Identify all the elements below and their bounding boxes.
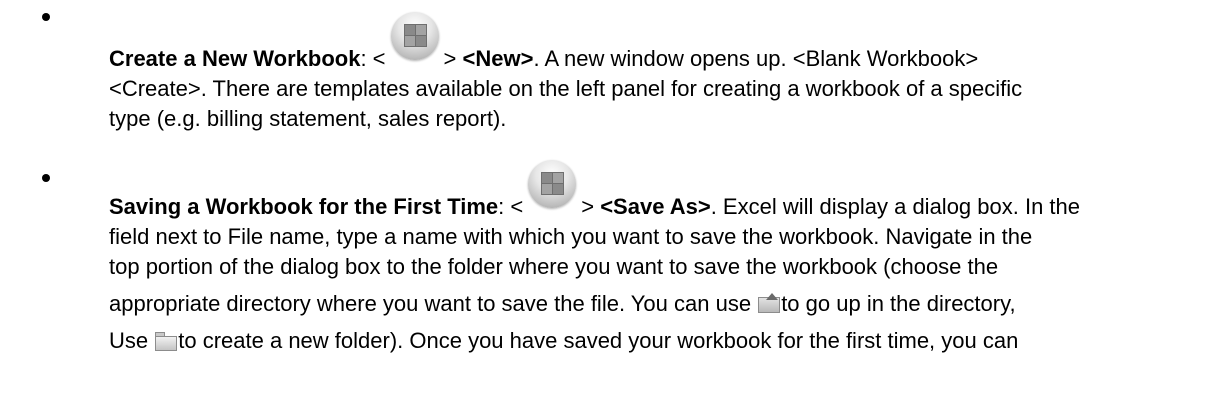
- item-title: Saving a Workbook for the First Time: [109, 194, 499, 219]
- office-button-icon: [387, 12, 443, 74]
- text-line: appropriate directory where you want to …: [109, 289, 1159, 319]
- text-line: Use to create a new folder). Once you ha…: [109, 326, 1159, 356]
- bullet-list: Create a New Workbook: < > <New>. A new w…: [0, 0, 1206, 356]
- text-line: Saving a Workbook for the First Time: < >…: [109, 160, 1159, 222]
- text-run: . A new window opens up. <Blank Workbook…: [533, 46, 979, 71]
- list-item-save-workbook: Saving a Workbook for the First Time: < >…: [0, 160, 1159, 356]
- text-line: <Create>. There are templates available …: [109, 76, 1023, 101]
- text-run: to go up in the directory,: [781, 291, 1016, 316]
- document-page: Create a New Workbook: < > <New>. A new w…: [0, 0, 1206, 402]
- text-line: top portion of the dialog box to the fol…: [109, 254, 999, 279]
- office-button-orb: [528, 160, 577, 208]
- bracket-close: >: [581, 194, 601, 219]
- text-run: appropriate directory where you want to …: [109, 291, 758, 316]
- menu-command: <Save As>: [600, 194, 711, 219]
- office-logo-icon: [403, 24, 427, 47]
- bracket-open: : <: [360, 46, 386, 71]
- text-line: field next to File name, type a name wit…: [109, 224, 1033, 249]
- bracket-open: : <: [498, 194, 524, 219]
- text-line: Create a New Workbook: < > <New>. A new w…: [109, 12, 1159, 74]
- bullet-dot: [42, 13, 50, 21]
- text-run: to create a new folder). Once you have s…: [178, 328, 1019, 353]
- text-run: Use: [109, 328, 155, 353]
- item-title: Create a New Workbook: [109, 46, 361, 71]
- up-one-level-icon: [757, 293, 781, 313]
- office-button-icon: [524, 160, 580, 222]
- text-line: type (e.g. billing statement, sales repo…: [109, 106, 507, 131]
- new-folder-icon: [154, 330, 178, 351]
- office-logo-icon: [541, 172, 565, 195]
- bullet-dot: [42, 174, 50, 182]
- office-button-orb: [390, 12, 439, 60]
- text-run: . Excel will display a dialog box. In th…: [710, 194, 1081, 219]
- list-item-create-workbook: Create a New Workbook: < > <New>. A new w…: [0, 0, 1159, 134]
- bracket-close: >: [443, 46, 463, 71]
- menu-command: <New>: [462, 46, 534, 71]
